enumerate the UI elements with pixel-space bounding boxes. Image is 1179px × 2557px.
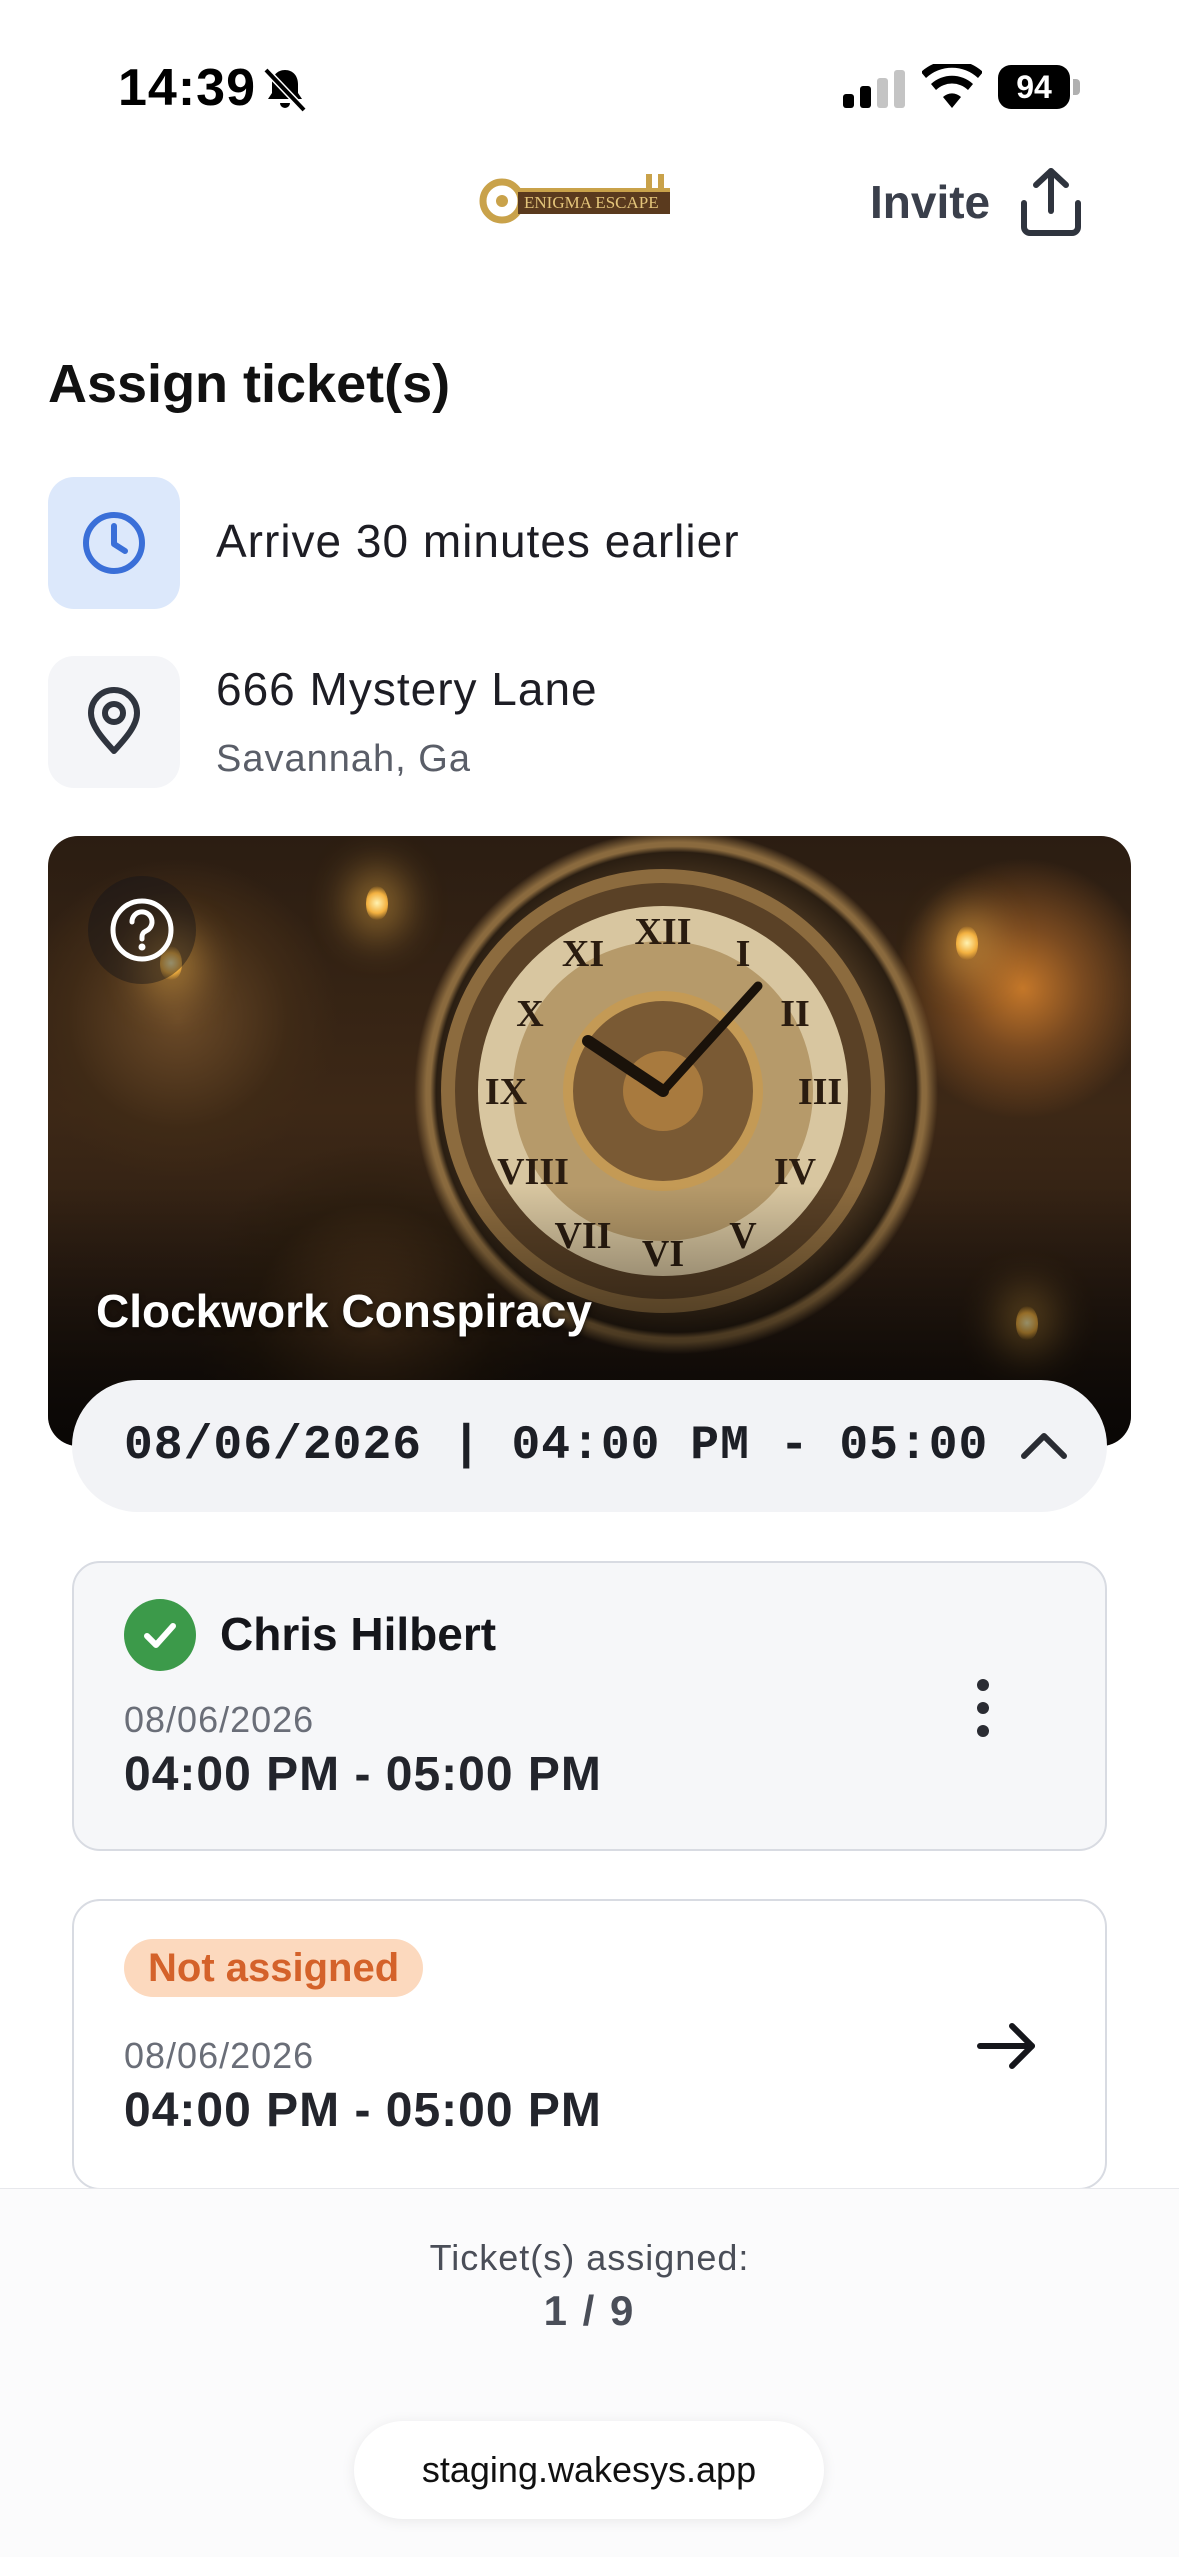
svg-text:XI: XI bbox=[562, 933, 604, 975]
chevron-up-icon bbox=[1021, 1433, 1067, 1459]
map-pin-icon bbox=[88, 687, 140, 754]
city-line: Savannah, Ga bbox=[216, 738, 471, 780]
experience-card[interactable]: XII VI III IX I XI II X IV VIII V VII Cl… bbox=[48, 836, 1131, 1446]
status-badge: Not assigned bbox=[124, 1939, 424, 1997]
session-selector[interactable]: 08/06/2026 | 04:00 PM - 05:00 PM bbox=[72, 1380, 1107, 1512]
page-title: Assign ticket(s) bbox=[48, 354, 451, 414]
arrow-right-icon[interactable] bbox=[974, 2013, 1040, 2079]
svg-text:I: I bbox=[736, 933, 751, 975]
svg-text:XII: XII bbox=[634, 911, 691, 953]
address-line: 666 Mystery Lane bbox=[216, 663, 598, 715]
lamp-light bbox=[366, 886, 388, 920]
session-label: 08/06/2026 | 04:00 PM - 05:00 PM bbox=[124, 1419, 1006, 1473]
clock-icon bbox=[83, 512, 145, 574]
ticket-time: 04:00 PM - 05:00 PM bbox=[124, 1748, 602, 1801]
arrival-note: Arrive 30 minutes earlier bbox=[216, 515, 740, 567]
clock-icon-box bbox=[48, 477, 180, 609]
bell-slash-icon bbox=[263, 67, 307, 113]
location-icon-box bbox=[48, 656, 180, 788]
ticket-holder-name: Chris Hilbert bbox=[220, 1608, 497, 1660]
ticket-card[interactable]: Not assigned 08/06/2026 04:00 PM - 05:00… bbox=[72, 1899, 1107, 2190]
svg-text:IX: IX bbox=[485, 1071, 527, 1113]
browser-url-bar[interactable]: staging.wakesys.app bbox=[354, 2421, 824, 2519]
brand-logo: ENIGMA ESCAPE bbox=[479, 174, 670, 224]
assigned-count: 1 / 9 bbox=[543, 2287, 636, 2334]
ticket-card[interactable]: Chris Hilbert 08/06/2026 04:00 PM - 05:0… bbox=[72, 1561, 1107, 1851]
ticket-date: 08/06/2026 bbox=[124, 1699, 315, 1740]
svg-text:III: III bbox=[798, 1071, 842, 1113]
invite-button[interactable]: Invite bbox=[870, 160, 1084, 244]
ticket-date: 08/06/2026 bbox=[124, 2035, 315, 2076]
signal-icon bbox=[843, 70, 905, 108]
svg-text:II: II bbox=[780, 993, 810, 1035]
battery-icon: 94 bbox=[998, 65, 1080, 109]
invite-label: Invite bbox=[870, 176, 991, 228]
svg-text:ENIGMA ESCAPE: ENIGMA ESCAPE bbox=[524, 193, 659, 212]
svg-text:X: X bbox=[516, 993, 543, 1035]
share-icon bbox=[1021, 168, 1082, 236]
status-time: 14:39 bbox=[118, 59, 256, 117]
lamp-light bbox=[956, 926, 978, 960]
help-button[interactable] bbox=[88, 876, 196, 984]
wifi-icon bbox=[922, 64, 982, 108]
more-options-icon[interactable] bbox=[954, 1673, 1010, 1743]
check-circle-icon bbox=[124, 1599, 196, 1671]
battery-level: 94 bbox=[1016, 69, 1052, 105]
experience-title: Clockwork Conspiracy bbox=[96, 1285, 592, 1337]
assigned-label: Ticket(s) assigned: bbox=[429, 2237, 750, 2278]
ticket-time: 04:00 PM - 05:00 PM bbox=[124, 2084, 602, 2137]
assignment-summary-panel: Ticket(s) assigned: 1 / 9 staging.wakesy… bbox=[0, 2188, 1179, 2557]
question-circle-icon bbox=[110, 898, 174, 962]
